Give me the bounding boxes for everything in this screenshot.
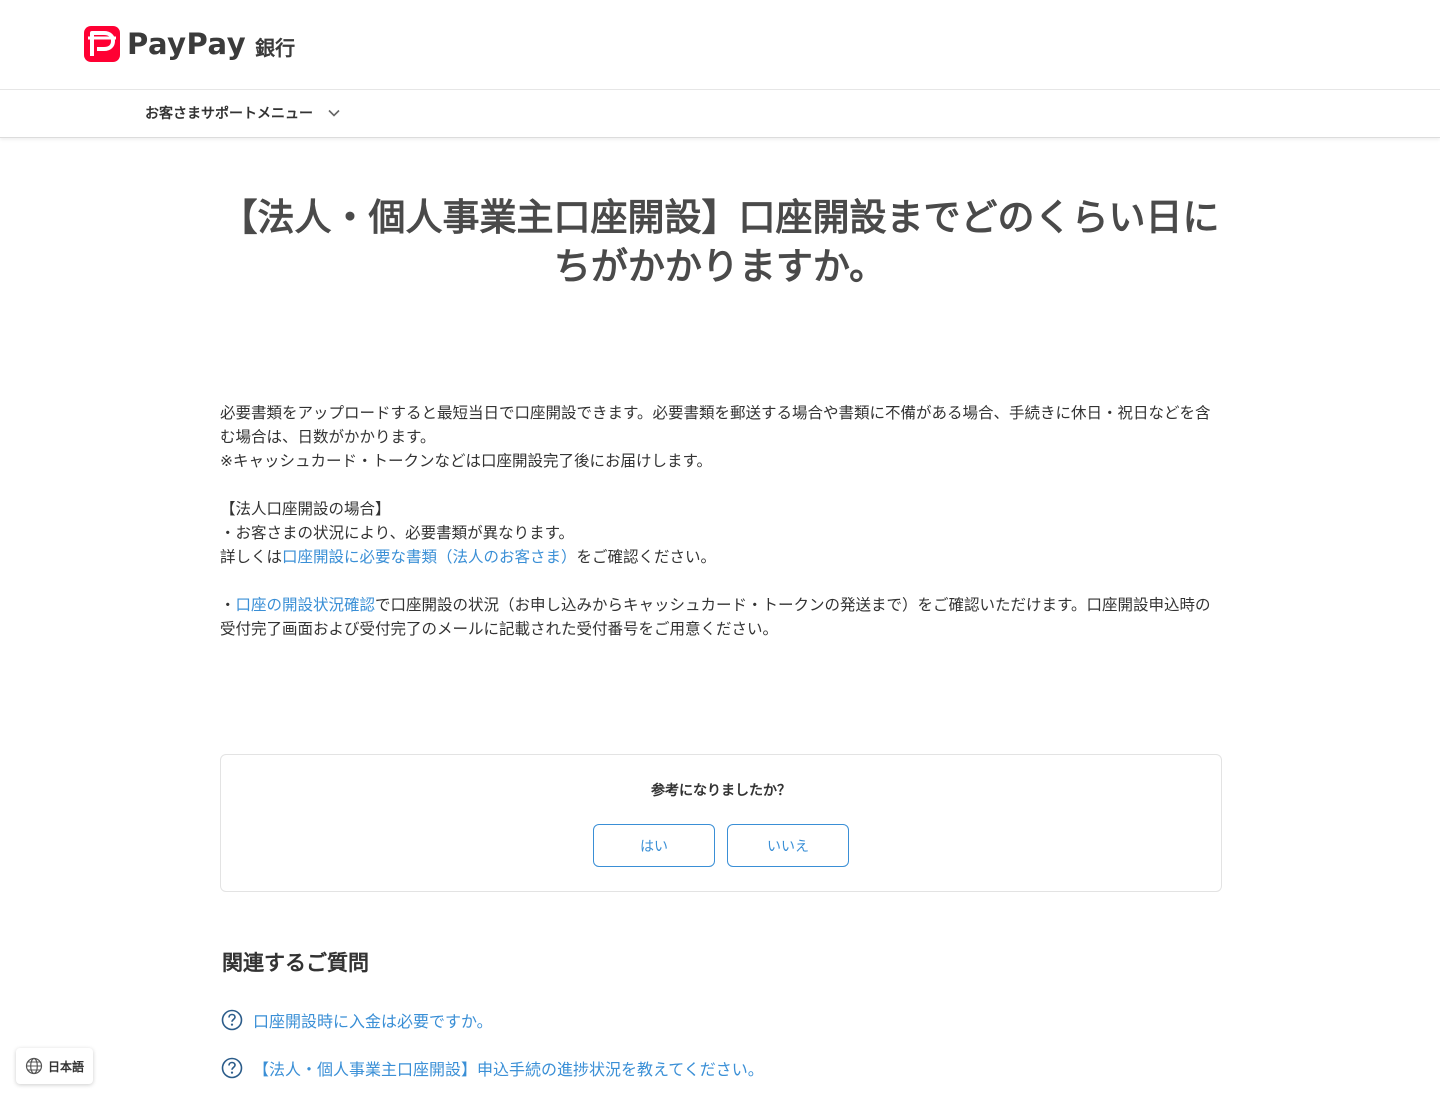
logo-subtext: 銀行: [255, 35, 296, 60]
paypay-logo-icon: [84, 26, 120, 62]
feedback-yes-button[interactable]: はい: [593, 824, 715, 867]
page-title: 【法人・個人事業主口座開設】口座開設までどのくらい日に ちがかかりますか。: [220, 193, 1220, 291]
feedback-box: 参考になりましたか？ はい いいえ: [220, 754, 1222, 892]
question-circle-icon: [221, 1057, 243, 1079]
feedback-question: 参考になりましたか？: [651, 783, 791, 799]
paypay-bank-logo[interactable]: PayPay 銀行: [84, 26, 295, 62]
bullet-item: ・お客さまの状況により、必要書類が異なります。: [220, 524, 575, 542]
article-body: 必要書類をアップロードすると最短当日で口座開設できます。必要書類を郵送する場合や…: [220, 401, 1220, 641]
detail-suffix: をご確認ください。: [576, 548, 717, 566]
chevron-down-icon: [328, 109, 340, 117]
support-menu-bar: お客さまサポートメニュー: [0, 90, 1440, 138]
page-title-line1: 【法人・個人事業主口座開設】口座開設までどのくらい日に: [220, 196, 1220, 239]
question-circle-icon: [221, 1009, 243, 1031]
support-menu-toggle[interactable]: お客さまサポートメニュー: [145, 103, 342, 123]
related-question-item[interactable]: 【法人・個人事業主口座開設】申込手続の進捗状況を教えてください。: [221, 1056, 764, 1080]
feedback-no-button[interactable]: いいえ: [727, 824, 849, 867]
language-switcher[interactable]: 日本語: [16, 1048, 93, 1084]
logo-text: PayPay: [127, 27, 247, 61]
required-documents-link[interactable]: 口座開設に必要な書類（法人のお客さま）: [282, 548, 577, 566]
support-menu-label: お客さまサポートメニュー: [145, 106, 313, 122]
related-question-item[interactable]: 口座開設時に入金は必要ですか。: [221, 1008, 493, 1032]
detail-prefix: 詳しくは: [220, 548, 283, 566]
section-heading: 【法人口座開設の場合】: [220, 500, 391, 518]
related-question-link[interactable]: 【法人・個人事業主口座開設】申込手続の進捗状況を教えてください。: [253, 1056, 764, 1080]
article-paragraph: 必要書類をアップロードすると最短当日で口座開設できます。必要書類を郵送する場合や…: [220, 404, 1211, 446]
language-label: 日本語: [48, 1059, 85, 1074]
account-status-check-link[interactable]: 口座の開設状況確認: [236, 596, 376, 614]
detail-line: 詳しくは口座開設に必要な書類（法人のお客さま）をご確認ください。: [220, 545, 1220, 569]
page-title-line2: ちがかかりますか。: [553, 245, 887, 288]
related-question-link[interactable]: 口座開設時に入金は必要ですか。: [253, 1008, 493, 1032]
related-questions-title: 関連するご質問: [222, 951, 369, 975]
globe-icon: [25, 1057, 43, 1075]
site-header: PayPay 銀行: [0, 0, 1440, 90]
article-note: ※キャッシュカード・トークンなどは口座開設完了後にお届けします。: [220, 452, 712, 470]
bullet-prefix: ・: [220, 596, 236, 614]
bullet-item: ・口座の開設状況確認で口座開設の状況（お申し込みからキャッシュカード・トークンの…: [220, 593, 1220, 641]
